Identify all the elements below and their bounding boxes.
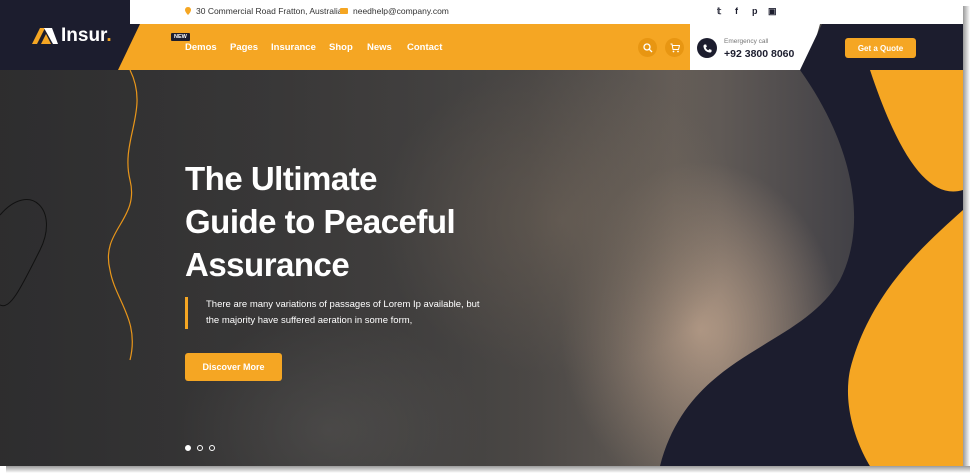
nav-item-shop[interactable]: Shop (329, 42, 353, 53)
brand-dot: . (106, 25, 112, 46)
frame-shadow-bottom (6, 466, 970, 473)
phone-button[interactable] (697, 38, 717, 58)
twitter-icon[interactable]: 𝕥 (717, 6, 721, 17)
email-text: needhelp@company.com (353, 6, 449, 16)
instagram-icon[interactable]: ▣ (768, 6, 777, 17)
facebook-icon[interactable]: f (735, 6, 738, 16)
hero-description-line: There are many variations of passages of… (206, 299, 480, 310)
brand-name: Insur (61, 25, 107, 46)
search-icon (642, 42, 652, 52)
nav-item-news[interactable]: News (367, 42, 392, 53)
location-pin-icon (185, 7, 191, 15)
pinterest-icon[interactable]: p (752, 6, 758, 16)
slider-dot[interactable] (209, 445, 215, 451)
phone-icon (702, 43, 712, 53)
topbar-address: 30 Commercial Road Fratton, Australia (185, 6, 342, 16)
hero-title-line: The Ultimate (185, 160, 378, 197)
nav-item-contact[interactable]: Contact (407, 42, 442, 53)
slider-dot-active[interactable] (185, 445, 191, 451)
new-badge: NEW (171, 33, 190, 41)
nav-item-insurance[interactable]: Insurance (271, 42, 316, 53)
hero-title-line: Assurance (185, 246, 350, 283)
hero-description: There are many variations of passages of… (185, 297, 495, 329)
cart-icon (670, 43, 680, 52)
discover-more-button[interactable]: Discover More (185, 353, 282, 381)
emergency-call-label: Emergency call (724, 38, 769, 45)
nav-item-demos[interactable]: Demos (185, 42, 217, 53)
hero-description-line: the majority have suffered aeration in s… (206, 315, 413, 326)
search-button[interactable] (638, 38, 657, 57)
hero-title: The Ultimate Guide to Peaceful Assurance (185, 157, 515, 286)
mail-icon (340, 8, 348, 14)
cart-button[interactable] (665, 38, 684, 57)
logo-icon (32, 28, 58, 44)
slider-dot[interactable] (197, 445, 203, 451)
nav-item-pages[interactable]: Pages (230, 42, 258, 53)
address-text: 30 Commercial Road Fratton, Australia (196, 6, 343, 16)
brand-logo[interactable]: Insur. (32, 25, 112, 47)
frame-shadow-right (963, 6, 970, 473)
emergency-phone-number[interactable]: +92 3800 8060 (724, 48, 794, 60)
slider-dots (185, 445, 215, 451)
hero-title-line: Guide to Peaceful (185, 203, 456, 240)
get-a-quote-button[interactable]: Get a Quote (845, 38, 916, 58)
topbar-email[interactable]: needhelp@company.com (340, 6, 449, 16)
page-frame: Insur. 30 Commercial Road Fratton, Austr… (0, 0, 963, 466)
